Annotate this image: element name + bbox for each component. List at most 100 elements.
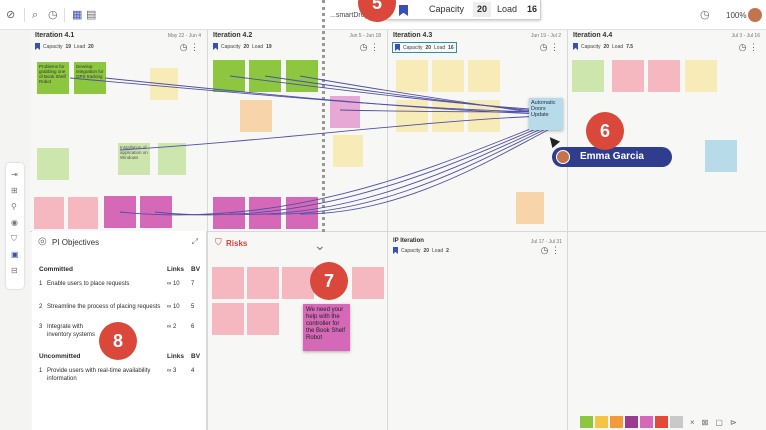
board-icon[interactable]: ▣ bbox=[11, 251, 19, 259]
objective-text: Streamline the process of placing reques… bbox=[47, 304, 161, 310]
load-label: Load bbox=[434, 44, 446, 51]
load-label: Load bbox=[252, 43, 264, 50]
sticky-note[interactable] bbox=[150, 68, 178, 100]
sticky-note[interactable] bbox=[396, 100, 428, 132]
sticky-note[interactable] bbox=[516, 192, 544, 224]
sticky-note[interactable] bbox=[104, 196, 136, 228]
sticky-note[interactable] bbox=[34, 197, 64, 229]
target-icon[interactable]: ◉ bbox=[11, 219, 18, 227]
color-swatch[interactable] bbox=[625, 416, 638, 428]
search-icon[interactable]: ⌕ bbox=[32, 8, 38, 22]
objective-links[interactable]: ∞ 10 bbox=[167, 280, 180, 288]
load-value: 16 bbox=[448, 44, 454, 51]
sticky-note[interactable] bbox=[432, 60, 464, 92]
layout-icon[interactable]: ⊠ bbox=[702, 418, 709, 427]
sticky-note[interactable]: Develop integration for GPS tracking bbox=[74, 62, 106, 94]
color-swatch[interactable] bbox=[610, 416, 623, 428]
sticky-note[interactable] bbox=[330, 96, 360, 128]
color-swatch[interactable] bbox=[670, 416, 683, 428]
clock-icon[interactable]: ◷ ⋮ bbox=[180, 42, 199, 53]
clock-icon[interactable]: ◷ ⋮ bbox=[360, 42, 379, 53]
board-view-icon[interactable]: ▦ bbox=[72, 8, 82, 22]
color-swatch[interactable] bbox=[640, 416, 653, 428]
help-request-note[interactable]: We need your help with the controller fo… bbox=[303, 304, 350, 351]
color-swatch[interactable] bbox=[595, 416, 608, 428]
capacity-value: 20 bbox=[603, 43, 610, 50]
capacity-label: Capacity bbox=[401, 247, 421, 254]
close-icon[interactable]: × bbox=[690, 418, 695, 427]
clock-icon[interactable]: ◷ ⋮ bbox=[540, 42, 559, 53]
image-icon[interactable]: ▢ bbox=[715, 418, 723, 427]
timer-icon[interactable]: ◷ bbox=[48, 8, 58, 22]
expand-icon[interactable]: ⤢ bbox=[192, 237, 198, 247]
ip-iteration-header: IP Iteration Jul 17 - Jul 31 Capacity 20… bbox=[388, 232, 568, 262]
clock-icon[interactable]: ◷ ⋮ bbox=[541, 245, 560, 256]
sticky-note[interactable] bbox=[432, 100, 464, 132]
selected-sticky-note[interactable]: Automatic Doors Update bbox=[529, 98, 563, 130]
objective-number: 2 bbox=[39, 304, 43, 310]
objective-links[interactable]: ∞ 3 bbox=[167, 367, 176, 375]
sticky-note[interactable] bbox=[612, 60, 644, 92]
objective-links[interactable]: ∞ 2 bbox=[167, 323, 176, 331]
hierarchy-icon[interactable]: ⊟ bbox=[11, 267, 18, 275]
zoom-level[interactable]: 100% bbox=[726, 11, 746, 20]
column-title: Iteration 4.3 bbox=[393, 32, 433, 39]
sticky-note[interactable] bbox=[396, 60, 428, 92]
sticky-note[interactable] bbox=[140, 196, 172, 228]
grid-view-icon[interactable]: ▤ bbox=[86, 8, 96, 22]
sticky-note[interactable] bbox=[249, 197, 281, 229]
sticky-note[interactable] bbox=[333, 135, 363, 167]
sticky-note[interactable] bbox=[37, 148, 69, 180]
sticky-note[interactable] bbox=[286, 60, 318, 92]
avatar[interactable] bbox=[748, 8, 762, 22]
sticky-note[interactable] bbox=[648, 60, 680, 92]
flag-icon bbox=[399, 5, 408, 16]
collapse-icon[interactable]: ⇥ bbox=[11, 171, 18, 179]
logo-icon[interactable]: ⊘ bbox=[6, 8, 15, 22]
capacity-value: 20 bbox=[243, 43, 250, 50]
sticky-note[interactable] bbox=[286, 197, 318, 229]
clock-icon[interactable]: ◷ bbox=[700, 8, 710, 22]
pointer-icon[interactable]: ⊳ bbox=[730, 418, 737, 427]
tooltip-load-value: 16 bbox=[527, 4, 538, 14]
capacity-load: Capacity 19 Load 20 bbox=[35, 43, 94, 50]
sticky-note[interactable]: Installation of application on Windows bbox=[118, 143, 150, 175]
objective-text: Provide users with real-time availabilit… bbox=[47, 368, 151, 382]
capacity-value: 20 bbox=[425, 44, 432, 51]
sticky-note[interactable] bbox=[468, 100, 500, 132]
load-value: 20 bbox=[88, 43, 94, 50]
sticky-note[interactable] bbox=[572, 60, 604, 92]
column-title: Iteration 4.2 bbox=[213, 32, 253, 39]
shield-icon[interactable]: ⛉ bbox=[11, 235, 17, 243]
link-icon[interactable]: ⚲ bbox=[11, 203, 17, 211]
column-title: Iteration 4.1 bbox=[35, 32, 75, 39]
objective-text: Enable users to place requests bbox=[47, 281, 130, 287]
column-date: Jul 3 - Jul 16 bbox=[731, 33, 760, 39]
sticky-note[interactable] bbox=[468, 60, 500, 92]
sticky-note[interactable] bbox=[240, 100, 272, 132]
committed-heading: Committed bbox=[39, 266, 73, 273]
avatar bbox=[556, 150, 570, 164]
flag-icon bbox=[573, 43, 578, 50]
ip-iteration-title: IP Iteration bbox=[393, 238, 424, 244]
clock-icon[interactable]: ◷ ⋮ bbox=[739, 42, 758, 53]
resize-divider[interactable] bbox=[322, 0, 325, 232]
color-swatch[interactable] bbox=[580, 416, 593, 428]
capacity-value: 20 bbox=[423, 247, 430, 254]
sticky-note[interactable] bbox=[685, 60, 717, 92]
color-swatch[interactable] bbox=[655, 416, 668, 428]
column-date: Jun 5 - Jun 18 bbox=[349, 33, 381, 39]
objective-links[interactable]: ∞ 10 bbox=[167, 303, 180, 311]
sticky-note[interactable] bbox=[68, 197, 98, 229]
sticky-note[interactable]: Problems for grabbing one of Book Shelf … bbox=[37, 62, 69, 94]
column-date: Jun 19 - Jul 2 bbox=[530, 33, 561, 39]
objective-bv: 7 bbox=[191, 281, 195, 287]
structure-icon[interactable]: ⊞ bbox=[11, 187, 18, 195]
sticky-note[interactable] bbox=[213, 60, 245, 92]
sticky-note[interactable] bbox=[249, 60, 281, 92]
sticky-note[interactable] bbox=[158, 143, 186, 175]
sticky-note[interactable] bbox=[705, 140, 737, 172]
capacity-label: Capacity bbox=[221, 43, 241, 50]
sticky-note[interactable] bbox=[213, 197, 245, 229]
links-header: Links bbox=[167, 266, 184, 273]
